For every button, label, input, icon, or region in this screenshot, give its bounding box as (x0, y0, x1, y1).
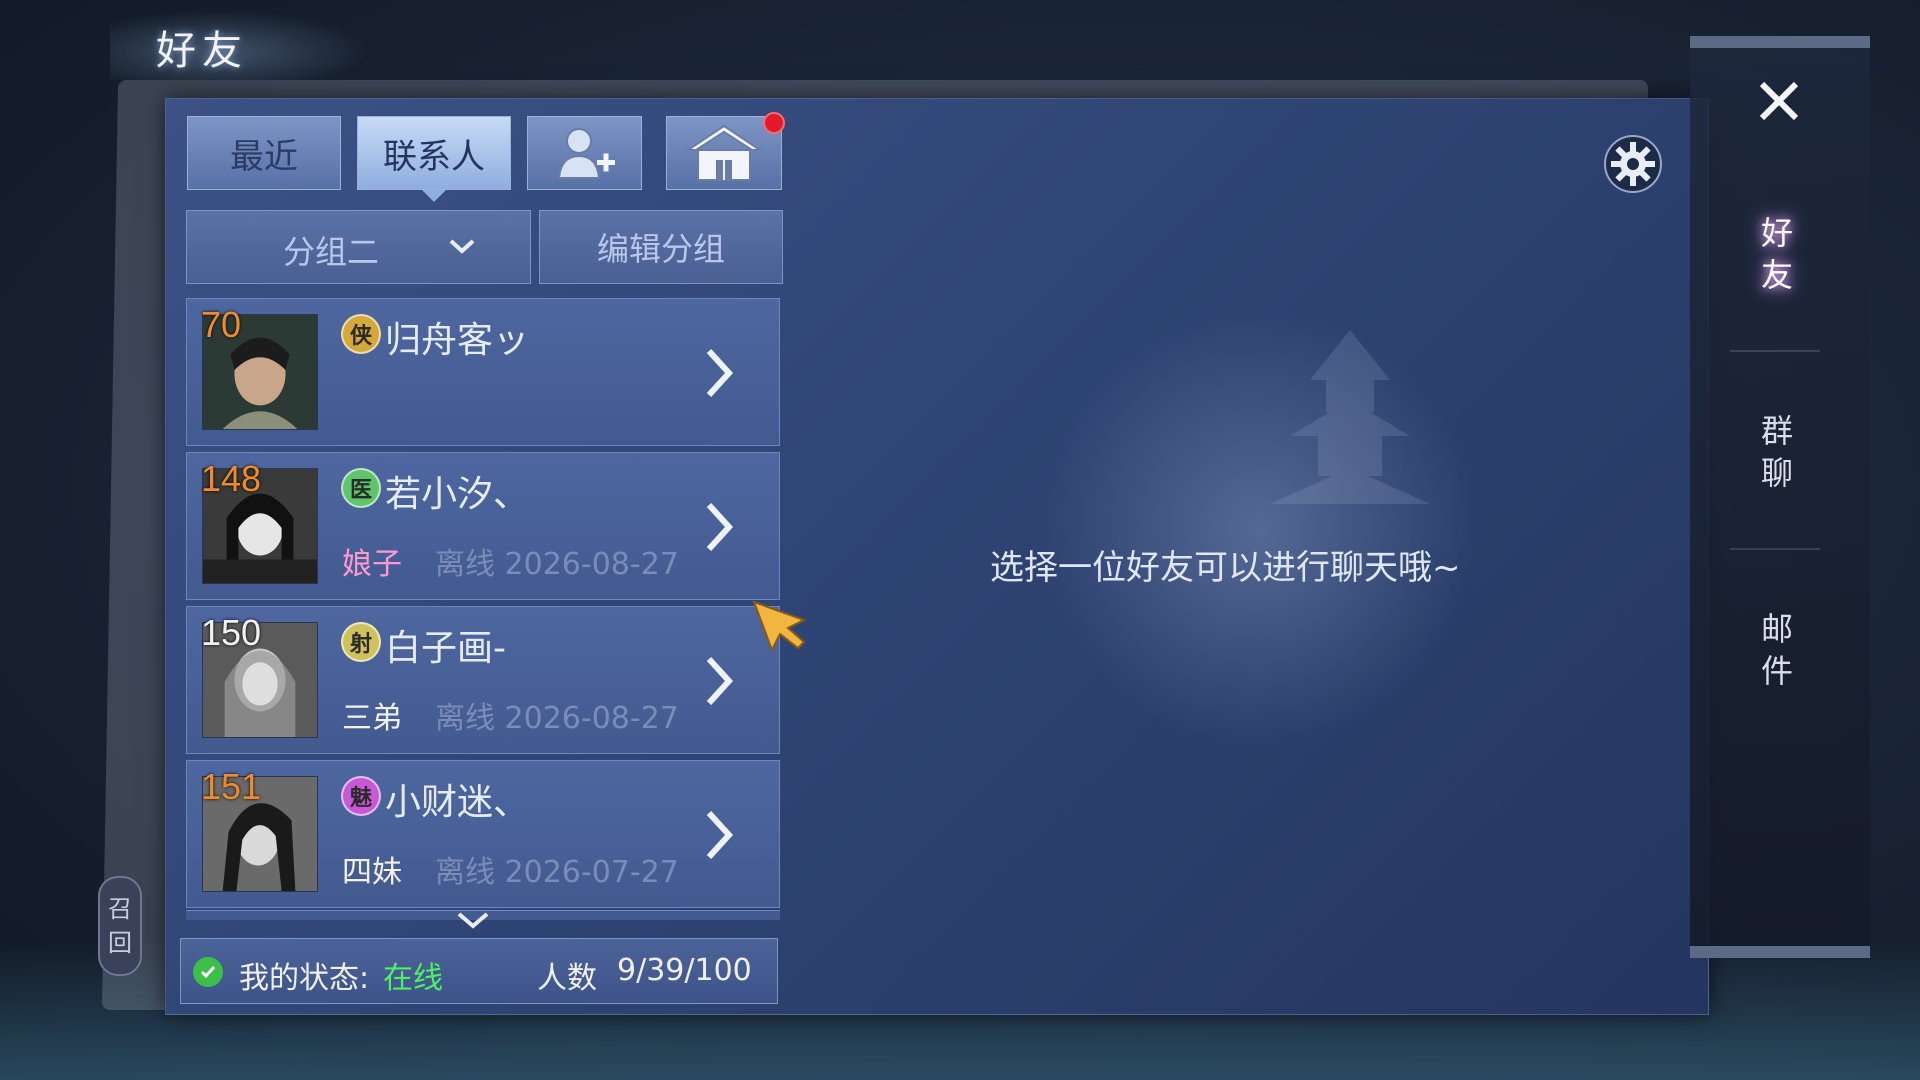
friend-level: 150 (201, 612, 262, 653)
friend-count-label: 人数 (537, 961, 597, 996)
chevron-right-icon (706, 656, 734, 706)
friend-name: 归舟客ッ (385, 320, 530, 361)
friend-name: 白子画- (385, 628, 506, 669)
scroll-rod-top (1690, 36, 1870, 48)
friend-list: 70 侠 归舟客ッ 148 医 若小汐、 娘子 离线 2026-08-27 15… (186, 298, 780, 920)
school-badge-icon: 魅 (341, 776, 381, 816)
friend-level: 148 (201, 458, 262, 499)
right-nav-scroll (1690, 36, 1870, 956)
friend-row[interactable]: 151 魅 小财迷、 四妹 离线 2026-07-27 (186, 760, 780, 908)
friend-status: 离线 2026-07-27 (435, 855, 679, 890)
friend-level: 70 (201, 304, 242, 345)
nav-divider (1730, 350, 1820, 352)
status-footer: 我的状态: 在线 人数 9/39/100 (180, 938, 778, 1004)
school-badge-icon: 射 (341, 622, 381, 662)
school-badge-icon: 医 (341, 468, 381, 508)
online-check-icon (193, 957, 223, 987)
group-dropdown[interactable]: 分组二 (186, 210, 531, 284)
my-status-label: 我的状态: (239, 961, 370, 996)
friend-relation: 四妹 (342, 855, 402, 890)
recall-button[interactable]: 召 回 (98, 876, 142, 976)
settings-gear-icon[interactable] (1603, 134, 1663, 194)
friend-status: 离线 2026-08-27 (435, 701, 679, 736)
active-tab-pointer (422, 190, 446, 202)
notification-dot (763, 112, 785, 134)
nav-divider (1730, 548, 1820, 550)
friend-status: 离线 2026-08-27 (435, 547, 679, 582)
my-status-value[interactable]: 在线 (383, 953, 443, 997)
scroll-rod-bottom (1690, 946, 1870, 958)
friend-name: 若小汐、 (385, 474, 530, 515)
add-friend-icon (557, 128, 615, 179)
nav-item-friends[interactable]: 好 友 (1752, 212, 1802, 296)
friend-level: 151 (201, 766, 262, 807)
group-dropdown-value: 分组二 (283, 233, 380, 271)
friend-row[interactable]: 150 射 白子画- 三弟 离线 2026-08-27 (186, 606, 780, 754)
tab-contacts[interactable]: 联系人 (357, 116, 511, 190)
chevron-right-icon (706, 810, 734, 860)
nav-item-mail[interactable]: 邮 件 (1752, 608, 1802, 692)
home-icon (684, 124, 764, 181)
school-badge-icon: 侠 (341, 314, 381, 354)
chevron-right-icon (706, 348, 734, 398)
close-icon[interactable] (1752, 74, 1806, 128)
friend-count-value: 9/39/100 (617, 953, 752, 988)
tab-recent[interactable]: 最近 (187, 116, 341, 190)
edit-group-button[interactable]: 编辑分组 (539, 210, 783, 284)
chat-empty-prompt: 选择一位好友可以进行聊天哦~ (990, 548, 1461, 588)
cursor-arrow-icon (752, 600, 807, 653)
window-title: 好友 (156, 28, 248, 74)
tab-add-friend[interactable] (527, 116, 642, 190)
pagoda-decoration (1270, 330, 1430, 504)
nav-item-group-chat[interactable]: 群 聊 (1752, 410, 1802, 494)
scroll-down-chevron-icon[interactable] (455, 910, 491, 930)
friend-row[interactable]: 148 医 若小汐、 娘子 离线 2026-08-27 (186, 452, 780, 600)
chevron-right-icon (706, 502, 734, 552)
chevron-down-icon (449, 239, 475, 254)
friend-row[interactable]: 70 侠 归舟客ッ (186, 298, 780, 446)
friend-relation: 三弟 (342, 701, 402, 736)
friend-relation: 娘子 (342, 547, 402, 582)
friend-name: 小财迷、 (385, 782, 530, 823)
